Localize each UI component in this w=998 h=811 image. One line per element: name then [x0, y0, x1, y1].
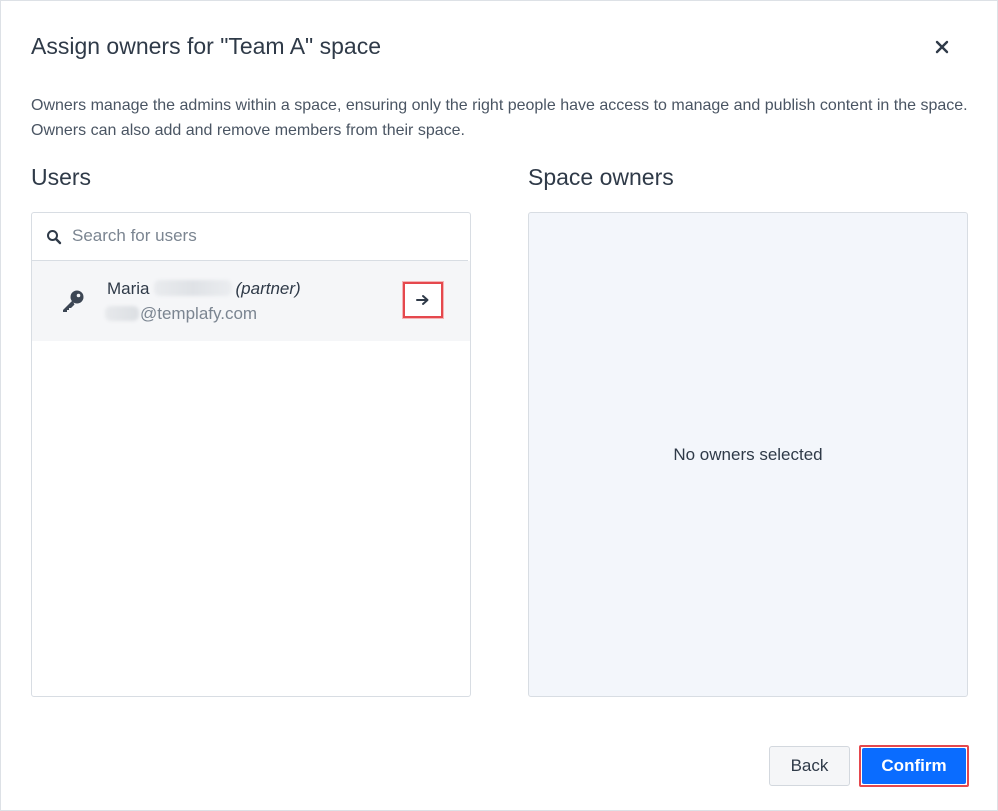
dialog-description: Owners manage the admins within a space,…	[31, 97, 968, 139]
confirm-button[interactable]: Confirm	[862, 748, 966, 784]
search-icon	[47, 230, 62, 245]
user-email: @templafy.com	[105, 304, 257, 324]
user-email-domain: @templafy.com	[140, 304, 258, 323]
close-button[interactable]	[929, 34, 955, 60]
no-owners-text: No owners selected	[673, 445, 823, 464]
add-owner-button[interactable]	[403, 282, 443, 318]
arrow-right-icon	[416, 295, 429, 305]
confirm-highlight: Confirm	[859, 745, 969, 787]
redacted-email-prefix	[105, 306, 139, 321]
users-panel: Maria (partner) @templafy.com	[31, 212, 471, 697]
user-first-name: Maria	[107, 279, 150, 298]
close-icon	[935, 40, 949, 54]
user-name: Maria (partner)	[107, 279, 301, 299]
search-input[interactable]	[72, 221, 452, 251]
space-owners-panel: No owners selected	[528, 212, 968, 697]
partner-tag: (partner)	[235, 279, 301, 298]
list-item: Maria (partner) @templafy.com	[32, 261, 470, 341]
back-button[interactable]: Back	[769, 746, 850, 786]
users-heading: Users	[31, 164, 92, 190]
redacted-surname	[153, 280, 232, 296]
assign-owners-dialog: Assign owners for "Team A" space Owners …	[0, 0, 998, 811]
dialog-title: Assign owners for "Team A" space	[31, 33, 381, 59]
search-box[interactable]	[32, 213, 468, 261]
key-icon	[63, 290, 84, 312]
space-owners-heading: Space owners	[528, 164, 674, 190]
